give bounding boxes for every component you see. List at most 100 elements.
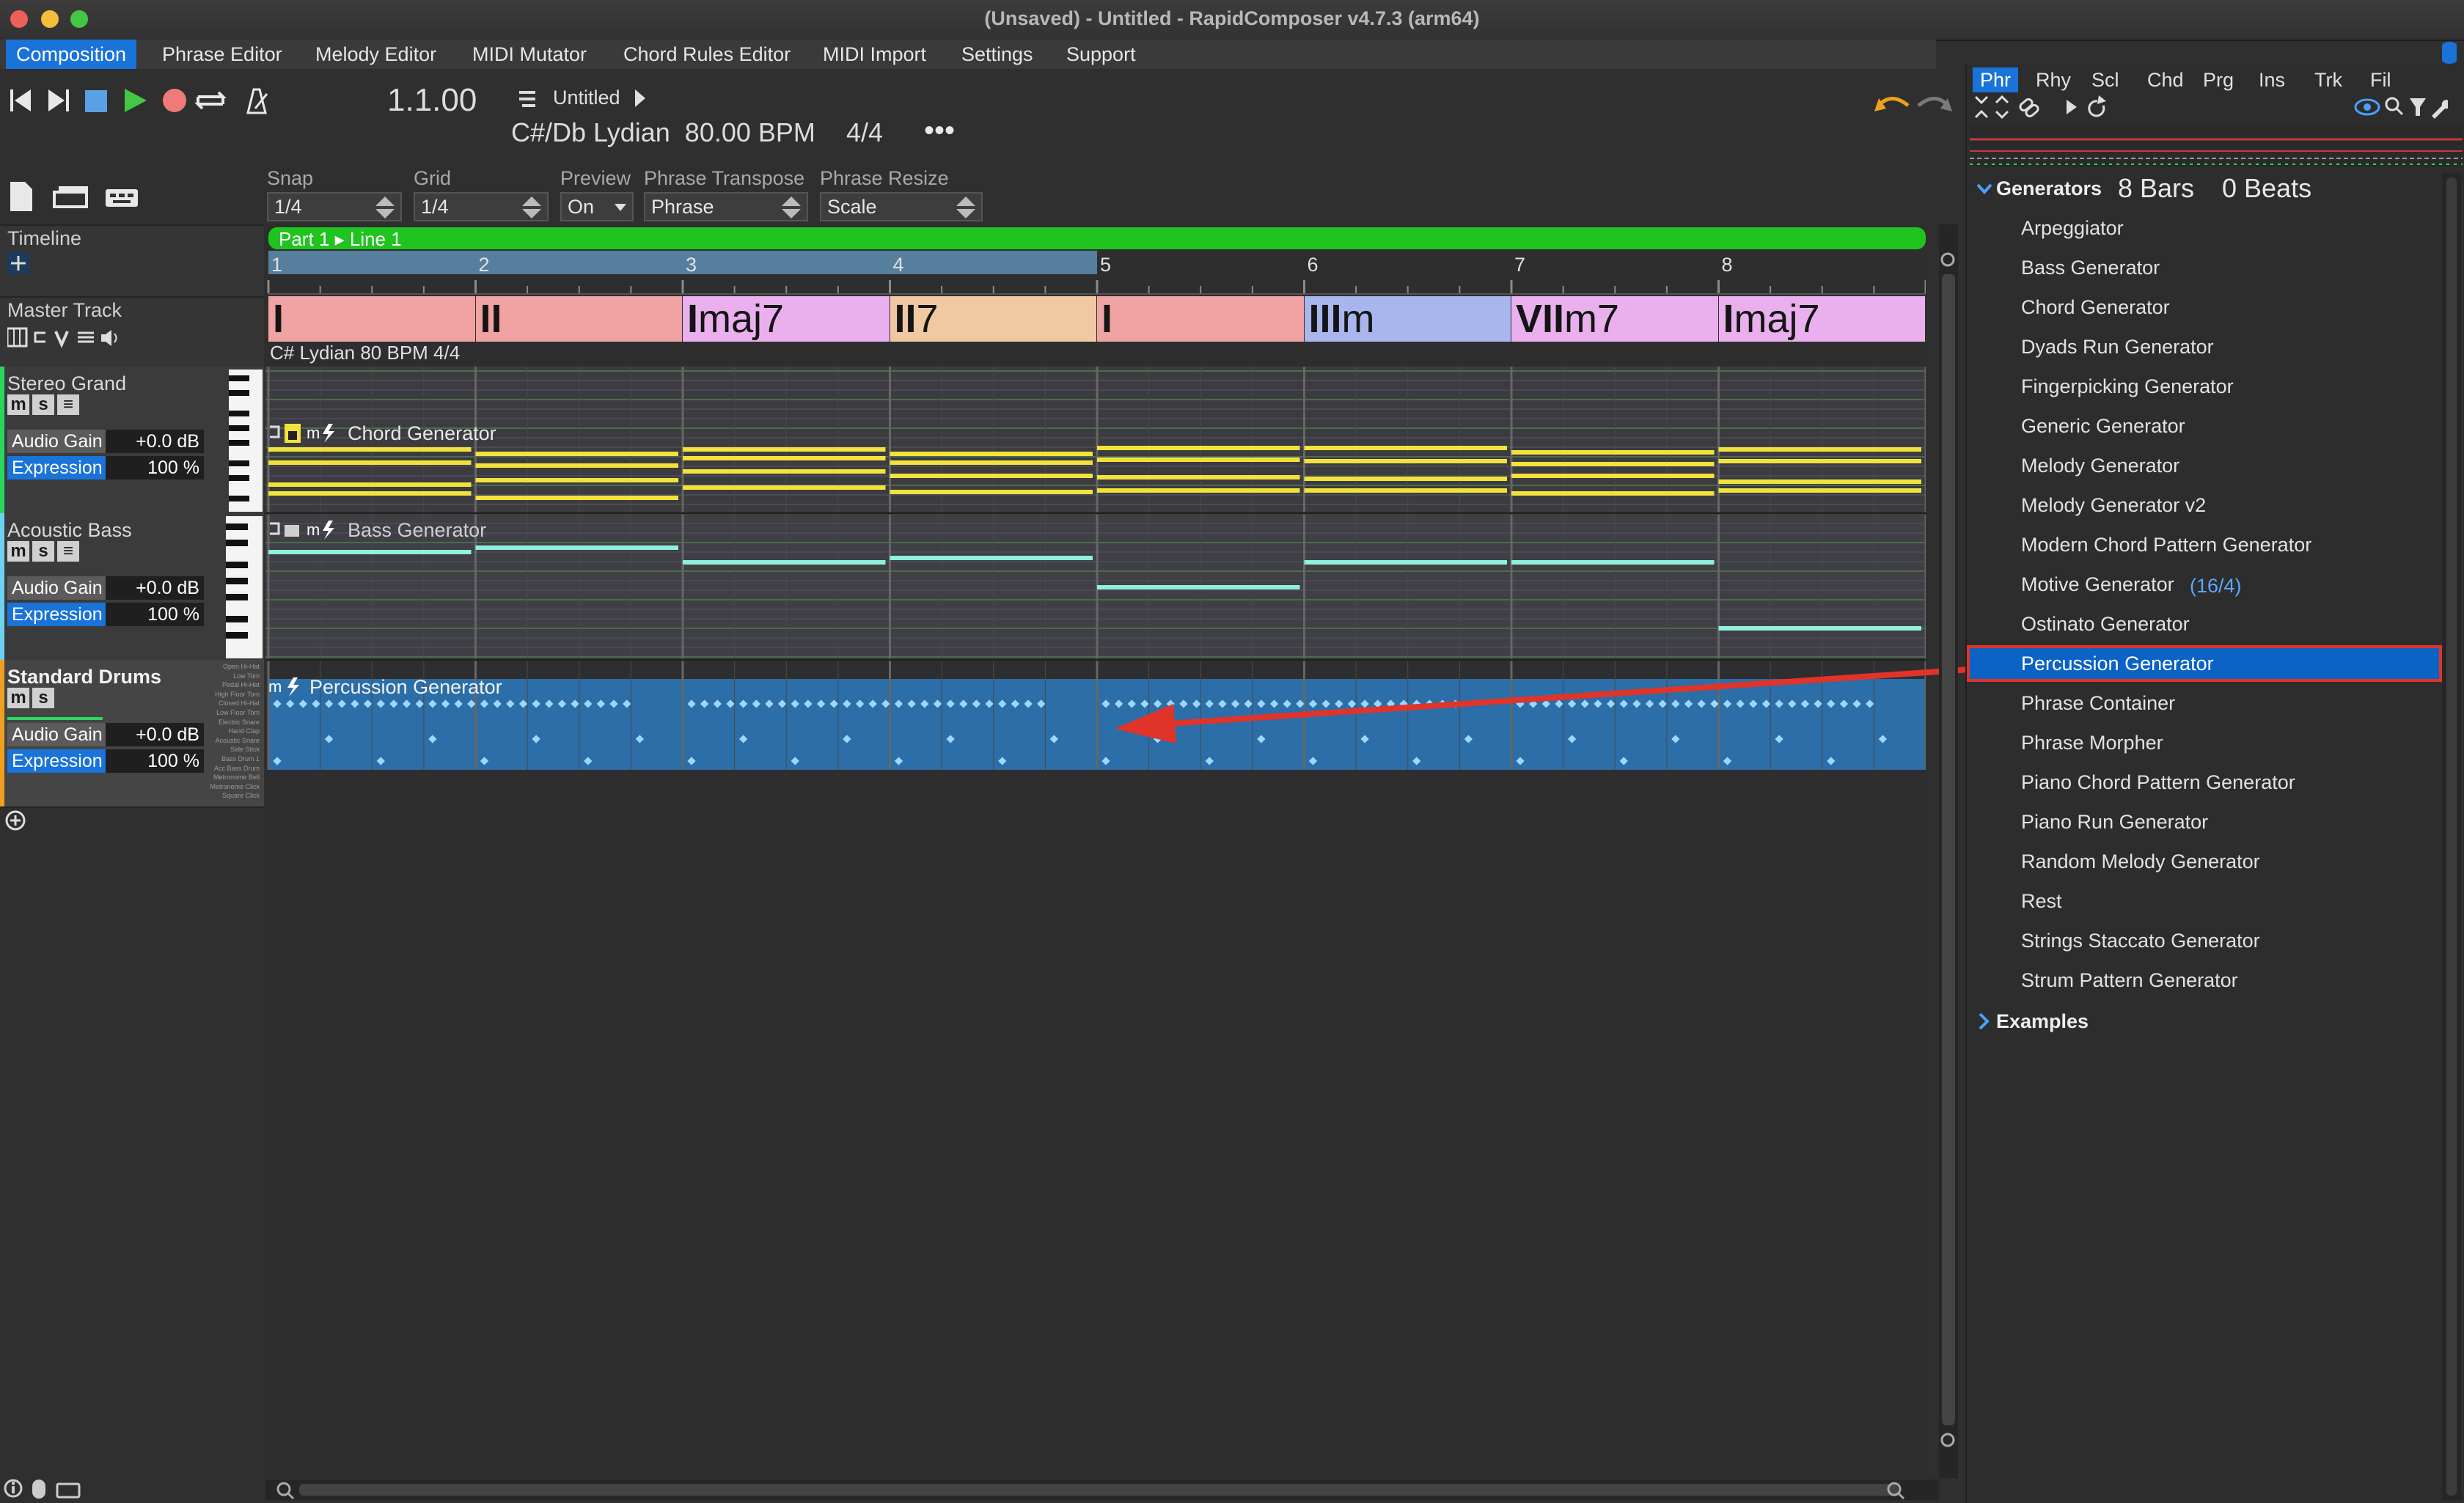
track-name[interactable]: Stereo Grand [7, 372, 126, 395]
loop-toggle-icon[interactable] [34, 331, 45, 343]
generator-piano-chord-pattern-generator[interactable]: Piano Chord Pattern Generator [2021, 771, 2295, 794]
song-menu-icon[interactable] [516, 88, 538, 110]
database-icon[interactable] [2439, 40, 2460, 66]
generator-generic-generator[interactable]: Generic Generator [2021, 415, 2185, 438]
menu-melody-editor[interactable]: Melody Editor [305, 40, 447, 69]
audio-gain-slider[interactable]: Audio Gain +0.0 dB [7, 723, 204, 746]
skip-forward-icon[interactable] [48, 89, 69, 111]
audio-gain-slider[interactable]: Audio Gain +0.0 dB [7, 430, 204, 453]
generator-phrase-morpher[interactable]: Phrase Morpher [2021, 732, 2163, 754]
generator-melody-generator-v2[interactable]: Melody Generator v2 [2021, 494, 2206, 517]
tracks-icon[interactable] [53, 186, 88, 208]
generator-rest[interactable]: Rest [2021, 890, 2062, 913]
generator-ostinato-generator[interactable]: Ostinato Generator [2021, 613, 2190, 636]
generator-dyads-run-generator[interactable]: Dyads Run Generator [2021, 336, 2214, 359]
more-options-button[interactable]: ••• [924, 114, 955, 147]
panel-tab-trk[interactable]: Trk [2307, 67, 2350, 92]
track-header-acoustic-bass[interactable]: Acoustic Bass m s ≡ Audio Gain +0.0 dB E… [0, 513, 264, 661]
redo-icon[interactable] [1917, 97, 1952, 111]
panel-tab-phr[interactable]: Phr [1973, 67, 2019, 92]
chord-generator-phrase-header[interactable]: m Chord Generator [267, 422, 496, 444]
generator-piano-run-generator[interactable]: Piano Run Generator [2021, 811, 2208, 834]
grid-select[interactable]: 1/4 [414, 192, 549, 221]
mute-button[interactable]: m [7, 688, 29, 708]
track-menu-button[interactable]: ≡ [57, 541, 79, 562]
menu-chord-rules-editor[interactable]: Chord Rules Editor [613, 40, 801, 69]
metronome-icon[interactable] [246, 88, 268, 114]
generator-phrase-container[interactable]: Phrase Container [2021, 692, 2175, 715]
loop-icon[interactable] [194, 91, 227, 110]
collapse-icon[interactable] [1974, 95, 1989, 119]
generator-random-melody-generator[interactable]: Random Melody Generator [2021, 850, 2260, 873]
panel-tab-ins[interactable]: Ins [2251, 67, 2292, 92]
track-name[interactable]: Acoustic Bass [7, 519, 132, 542]
menu-composition[interactable]: Composition [6, 40, 137, 69]
generator-arpeggiator[interactable]: Arpeggiator [2021, 217, 2124, 240]
expression-slider[interactable]: Expression 100 % [7, 603, 204, 626]
stepper-icon[interactable] [521, 195, 543, 220]
loop-region[interactable] [268, 251, 1097, 274]
snap-select[interactable]: 1/4 [267, 192, 402, 221]
piano-keyboard[interactable] [226, 516, 263, 658]
part-bar[interactable]: Part 1 ▸ Line 1 [268, 227, 1926, 250]
stepper-icon[interactable] [955, 195, 977, 220]
expression-slider[interactable]: Expression 100 % [7, 749, 204, 773]
chevron-right-icon[interactable] [632, 88, 647, 109]
velocity-icon[interactable] [54, 331, 69, 348]
mute-button[interactable]: m [7, 394, 29, 415]
generator-chord-generator[interactable]: Chord Generator [2021, 296, 2170, 319]
generator-strum-pattern-generator[interactable]: Strum Pattern Generator [2021, 969, 2238, 992]
panel-tab-rhy[interactable]: Rhy [2028, 67, 2078, 92]
play-preview-icon[interactable] [2067, 100, 2077, 114]
solo-button[interactable]: s [32, 541, 54, 562]
panel-tab-scl[interactable]: Scl [2084, 67, 2127, 92]
phrase-transpose-select[interactable]: Phrase [644, 192, 808, 221]
menu-phrase-editor[interactable]: Phrase Editor [152, 40, 293, 69]
mouse-icon[interactable] [32, 1480, 45, 1499]
preview-select[interactable]: On [560, 192, 634, 221]
zoom-out-horizontal-icon[interactable] [1886, 1481, 1905, 1500]
mini-overview[interactable] [1970, 126, 2463, 167]
panel-scrollbar[interactable] [2442, 173, 2461, 1500]
zoom-in-horizontal-icon[interactable] [276, 1481, 295, 1500]
piano-icon[interactable] [7, 327, 28, 348]
stop-icon[interactable] [85, 90, 107, 112]
time-signature-display[interactable]: 4/4 [846, 117, 883, 148]
new-document-icon[interactable] [10, 182, 32, 211]
generator-fingerpicking-generator[interactable]: Fingerpicking Generator [2021, 375, 2234, 398]
rewind-icon[interactable] [10, 89, 31, 111]
track-menu-button[interactable]: ≡ [57, 394, 79, 415]
add-marker-icon[interactable] [7, 252, 29, 274]
solo-button[interactable]: s [32, 688, 54, 708]
bass-generator-phrase-header[interactable]: m Bass Generator [267, 519, 486, 541]
eye-icon[interactable] [2354, 98, 2380, 116]
generator-strings-staccato-generator[interactable]: Strings Staccato Generator [2021, 930, 2260, 952]
menu-midi-mutator[interactable]: MIDI Mutator [462, 40, 597, 69]
list-icon[interactable] [78, 331, 94, 343]
stepper-icon[interactable] [374, 195, 396, 220]
search-icon[interactable] [2385, 97, 2404, 116]
panel-tab-prg[interactable]: Prg [2196, 67, 2241, 92]
chord-block[interactable]: VIIm7 [1511, 296, 1718, 342]
panel-tab-chd[interactable]: Chd [2140, 67, 2191, 92]
play-icon[interactable] [125, 89, 147, 112]
key-tempo-display[interactable]: C#/Db Lydian 80.00 BPM [511, 117, 815, 148]
stepper-icon[interactable] [780, 195, 802, 220]
piano-keyboard[interactable] [229, 370, 263, 512]
menu-midi-import[interactable]: MIDI Import [813, 40, 936, 69]
horizontal-scrollbar[interactable] [265, 1480, 1939, 1500]
chord-block[interactable]: Imaj7 [683, 296, 890, 342]
phrase-resize-select[interactable]: Scale [820, 192, 983, 221]
track-header-standard-drums[interactable]: Standard Drums m s Audio Gain +0.0 dB Ex… [0, 660, 264, 808]
solo-button[interactable]: s [32, 394, 54, 415]
record-icon[interactable] [163, 89, 186, 112]
expand-icon[interactable] [1995, 95, 2009, 120]
expression-slider[interactable]: Expression 100 % [7, 456, 204, 479]
refresh-icon[interactable] [2088, 95, 2106, 117]
generator-motive-generator[interactable]: Motive Generator [2021, 573, 2174, 596]
vertical-scrollbar[interactable] [1939, 224, 1958, 1478]
link-icon[interactable] [2019, 98, 2039, 118]
volume-icon[interactable] [101, 330, 117, 346]
add-track-icon[interactable] [4, 809, 26, 831]
chord-block[interactable]: II7 [890, 296, 1096, 342]
